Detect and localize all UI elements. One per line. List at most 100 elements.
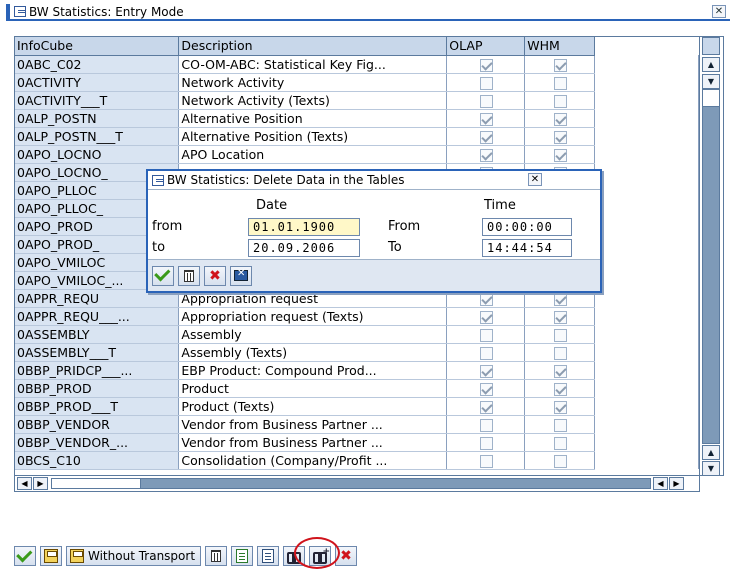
infocube-cell[interactable]: 0BBP_PRIDCP___... (15, 361, 180, 380)
whm-checkbox[interactable] (554, 346, 568, 360)
horizontal-scrollbar[interactable]: ◀ ▶ ◀ ▶ (14, 476, 700, 492)
from-date-field[interactable]: 01.01.1900 (248, 218, 360, 236)
olap-checkbox[interactable] (480, 58, 494, 72)
table-row[interactable]: 0ASSEMBLY Assembly (15, 325, 699, 344)
delete-button[interactable] (205, 546, 228, 566)
infocube-cell[interactable]: 0BBP_PROD___T (15, 397, 180, 416)
save-button[interactable] (40, 546, 62, 566)
infocube-cell[interactable]: 0ACTIVITY___T (15, 91, 180, 110)
table-row[interactable]: 0BBP_PROD___T Product (Texts) (15, 397, 699, 416)
whm-checkbox[interactable] (554, 94, 568, 108)
scroll-thumb[interactable] (702, 89, 720, 107)
olap-checkbox[interactable] (480, 310, 494, 324)
olap-checkbox[interactable] (480, 94, 494, 108)
scroll-left-icon[interactable]: ◀ (17, 477, 32, 490)
save-without-transport-button[interactable]: Without Transport (66, 546, 202, 566)
scroll-down-icon[interactable]: ▼ (702, 461, 720, 476)
window-close-icon[interactable]: ✕ (712, 5, 726, 18)
olap-checkbox[interactable] (480, 346, 494, 360)
dialog-info-button[interactable] (230, 265, 252, 286)
whm-checkbox[interactable] (554, 76, 568, 90)
whm-checkbox[interactable] (554, 364, 568, 378)
olap-checkbox[interactable] (480, 292, 494, 306)
dialog-cancel-button[interactable]: ✖ (204, 265, 226, 286)
row-spacer (594, 181, 699, 199)
infocube-cell[interactable]: 0ABC_C02 (15, 55, 180, 74)
table-row[interactable]: 0BBP_PROD Product (15, 379, 699, 398)
infocube-cell[interactable]: 0APO_LOCNO (15, 145, 180, 164)
olap-checkbox[interactable] (480, 382, 494, 396)
infocube-cell[interactable]: 0ACTIVITY (15, 73, 180, 92)
whm-checkbox[interactable] (554, 130, 568, 144)
table-row[interactable]: 0BCS_C10 Consolidation (Company/Profit ..… (15, 451, 699, 470)
dialog-close-icon[interactable]: ✕ (528, 173, 542, 186)
table-row[interactable]: 0APO_LOCNO APO Location (15, 145, 699, 164)
table-row[interactable]: 0ACTIVITY Network Activity (15, 73, 699, 92)
whm-checkbox[interactable] (554, 418, 568, 432)
scroll-left-end-icon[interactable]: ◀ (653, 477, 668, 490)
to-time-field[interactable]: 14:44:54 (482, 239, 572, 257)
olap-checkbox[interactable] (480, 130, 494, 144)
infocube-cell[interactable]: 0ASSEMBLY (15, 325, 180, 344)
infocube-cell[interactable]: 0BBP_VENDOR_... (15, 433, 180, 452)
olap-checkbox[interactable] (480, 328, 494, 342)
olap-checkbox[interactable] (480, 112, 494, 126)
table-row[interactable]: 0ALP_POSTN___T Alternative Position (Text… (15, 127, 699, 146)
olap-checkbox[interactable] (480, 148, 494, 162)
column-settings-button[interactable] (702, 37, 720, 55)
infocube-cell[interactable]: 0BBP_VENDOR (15, 415, 180, 434)
olap-checkbox[interactable] (480, 454, 494, 468)
olap-checkbox[interactable] (480, 418, 494, 432)
hscroll-thumb[interactable] (51, 478, 141, 489)
table-row[interactable]: 0APPR_REQU___... Appropriation request (T… (15, 307, 699, 326)
from-time-field[interactable]: 00:00:00 (482, 218, 572, 236)
table-row[interactable]: 0ALP_POSTN Alternative Position (15, 109, 699, 128)
scroll-track[interactable] (702, 89, 720, 444)
hscroll-track[interactable] (51, 478, 651, 489)
scroll-right-end-icon[interactable]: ▶ (669, 477, 684, 490)
table-row[interactable]: 0ABC_C02 CO-OM-ABC: Statistical Key Fig..… (15, 55, 699, 74)
scroll-right-icon[interactable]: ▶ (33, 477, 48, 490)
olap-checkbox[interactable] (480, 436, 494, 450)
scroll-page-down-icon[interactable]: ▼ (702, 74, 720, 89)
infocube-cell[interactable]: 0BBP_PROD (15, 379, 180, 398)
trash-icon (184, 269, 194, 282)
scroll-up-icon[interactable]: ▲ (702, 57, 720, 72)
header-olap[interactable]: OLAP (446, 37, 526, 56)
whm-checkbox[interactable] (554, 382, 568, 396)
olap-checkbox[interactable] (480, 76, 494, 90)
table-row[interactable]: 0BBP_PRIDCP___... EBP Product: Compound P… (15, 361, 699, 380)
header-whm[interactable]: WHM (524, 37, 596, 56)
vertical-scrollbar[interactable]: ▲ ▼ ▲ ▼ (700, 36, 724, 476)
confirm-button[interactable] (14, 545, 36, 566)
whm-checkbox[interactable] (554, 436, 568, 450)
whm-checkbox[interactable] (554, 454, 568, 468)
header-description[interactable]: Description (178, 37, 448, 56)
whm-checkbox[interactable] (554, 328, 568, 342)
whm-checkbox[interactable] (554, 400, 568, 414)
header-infocube[interactable]: InfoCube (15, 37, 180, 56)
whm-checkbox[interactable] (554, 58, 568, 72)
olap-checkbox[interactable] (480, 364, 494, 378)
infocube-cell[interactable]: 0ALP_POSTN___T (15, 127, 180, 146)
list-button[interactable] (257, 546, 280, 566)
table-row[interactable]: 0BBP_VENDOR_... Vendor from Business Part… (15, 433, 699, 452)
to-date-field[interactable]: 20.09.2006 (248, 239, 360, 257)
dialog-delete-button[interactable] (178, 265, 200, 286)
table-row[interactable]: 0BBP_VENDOR Vendor from Business Partner … (15, 415, 699, 434)
table-row[interactable]: 0ACTIVITY___T Network Activity (Texts) (15, 91, 699, 110)
infocube-cell[interactable]: 0APPR_REQU___... (15, 307, 180, 326)
whm-checkbox[interactable] (554, 292, 568, 306)
details-button[interactable] (231, 546, 254, 566)
olap-checkbox[interactable] (480, 400, 494, 414)
infocube-cell[interactable]: 0ASSEMBLY___T (15, 343, 180, 362)
whm-checkbox[interactable] (554, 310, 568, 324)
infocube-cell[interactable]: 0ALP_POSTN (15, 109, 180, 128)
scroll-page-up-icon[interactable]: ▲ (702, 445, 720, 460)
infocube-cell[interactable]: 0BCS_C10 (15, 451, 180, 470)
whm-checkbox[interactable] (554, 148, 568, 162)
table-row[interactable]: 0ASSEMBLY___T Assembly (Texts) (15, 343, 699, 362)
dialog-confirm-button[interactable] (152, 265, 174, 286)
check-icon (16, 545, 33, 563)
whm-checkbox[interactable] (554, 112, 568, 126)
